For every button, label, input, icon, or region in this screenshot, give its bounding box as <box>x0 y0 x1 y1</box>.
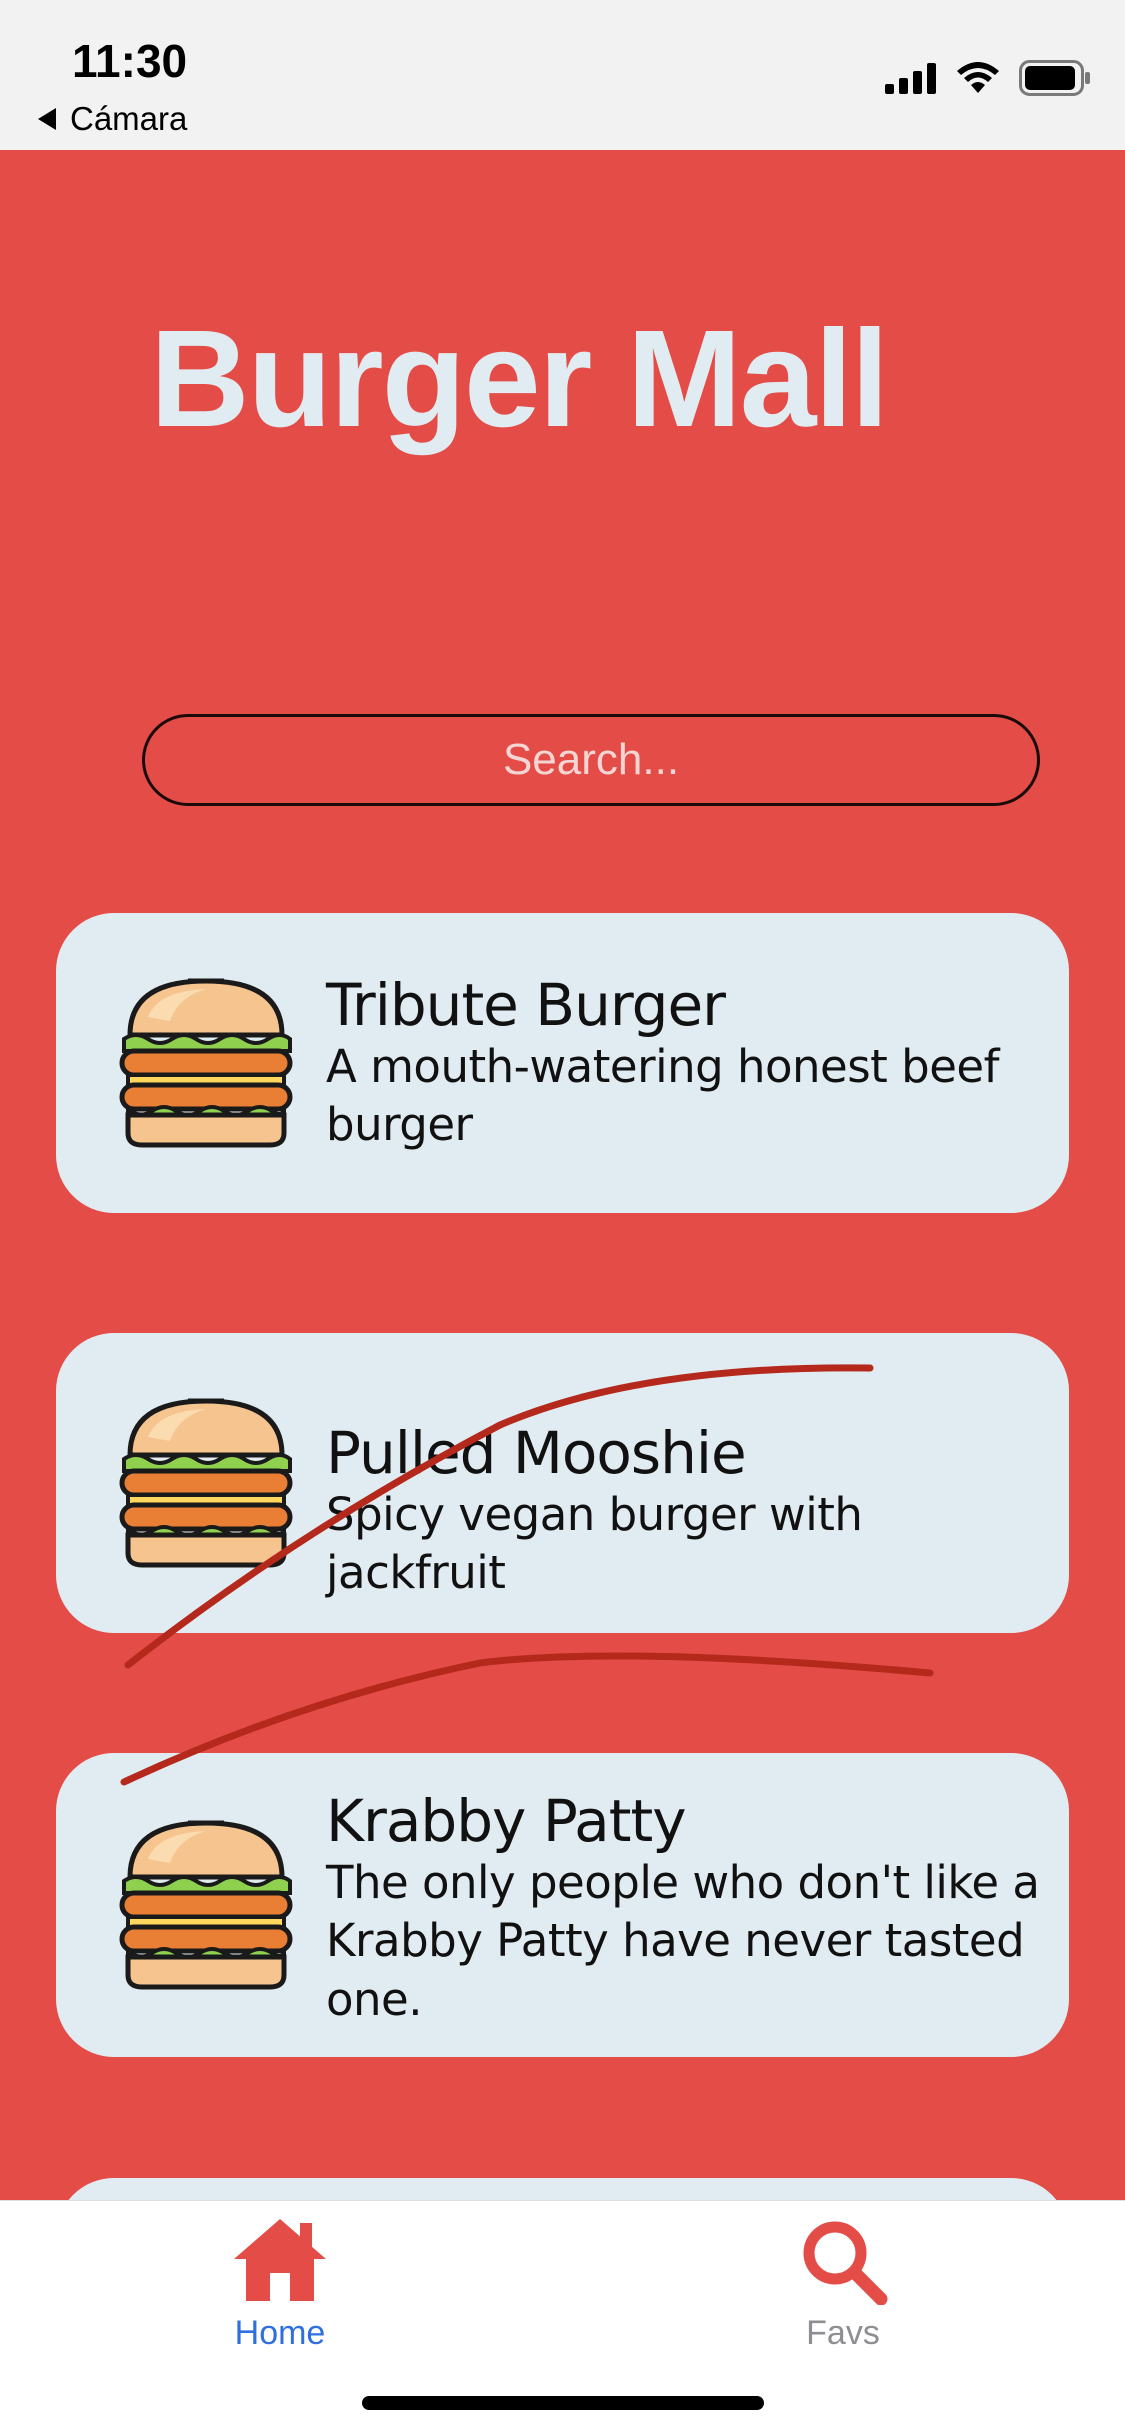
burger-description: Spicy vegan burger with jackfruit <box>326 1487 863 1600</box>
battery-icon <box>1019 60 1090 96</box>
tab-home[interactable]: Home <box>180 2215 380 2353</box>
app-screen: 11:30 Cámara Burger Mall Search... Tribu… <box>0 0 1125 2436</box>
home-indicator[interactable] <box>362 2396 764 2410</box>
status-time: 11:30 <box>72 35 188 87</box>
back-label: Cámara <box>70 100 188 137</box>
back-to-camera-button[interactable]: Cámara <box>38 100 187 138</box>
burger-card-tribute-burger[interactable]: Tribute Burger A mouth-watering honest b… <box>56 913 1069 1213</box>
page-title: Burger Mall <box>150 302 889 456</box>
back-arrow-icon <box>38 108 56 130</box>
tab-label: Home <box>234 2314 326 2352</box>
search-input[interactable] <box>142 714 1040 806</box>
burger-description: The only people who don't like a Krabby … <box>326 1855 1040 2026</box>
burger-icon <box>118 977 294 1149</box>
search-icon <box>803 2221 888 2306</box>
burger-name: Pulled Mooshie <box>326 1419 747 1487</box>
card-text: Krabby Patty The only people who don't l… <box>326 1789 1043 2029</box>
signal-icon <box>885 63 936 94</box>
status-bar: 11:30 Cámara <box>0 0 1125 150</box>
burger-icon <box>118 1819 294 1991</box>
wifi-icon <box>957 62 999 93</box>
card-text: Pulled Mooshie Spicy vegan burger with j… <box>326 1421 1043 1603</box>
home-icon <box>234 2219 326 2301</box>
tab-label: Favs <box>806 2314 880 2352</box>
status-icons <box>885 58 1091 98</box>
burger-description: A mouth-watering honest beef burger <box>326 1039 999 1152</box>
burger-icon <box>118 1397 294 1569</box>
burger-name: Krabby Patty <box>326 1787 687 1855</box>
card-text: Tribute Burger A mouth-watering honest b… <box>326 973 1043 1155</box>
burger-name: Tribute Burger <box>326 971 726 1039</box>
tab-favs[interactable]: Favs <box>743 2215 943 2353</box>
burger-card-krabby-patty[interactable]: Krabby Patty The only people who don't l… <box>56 1753 1069 2057</box>
burger-card-pulled-mooshie[interactable]: Pulled Mooshie Spicy vegan burger with j… <box>56 1333 1069 1633</box>
